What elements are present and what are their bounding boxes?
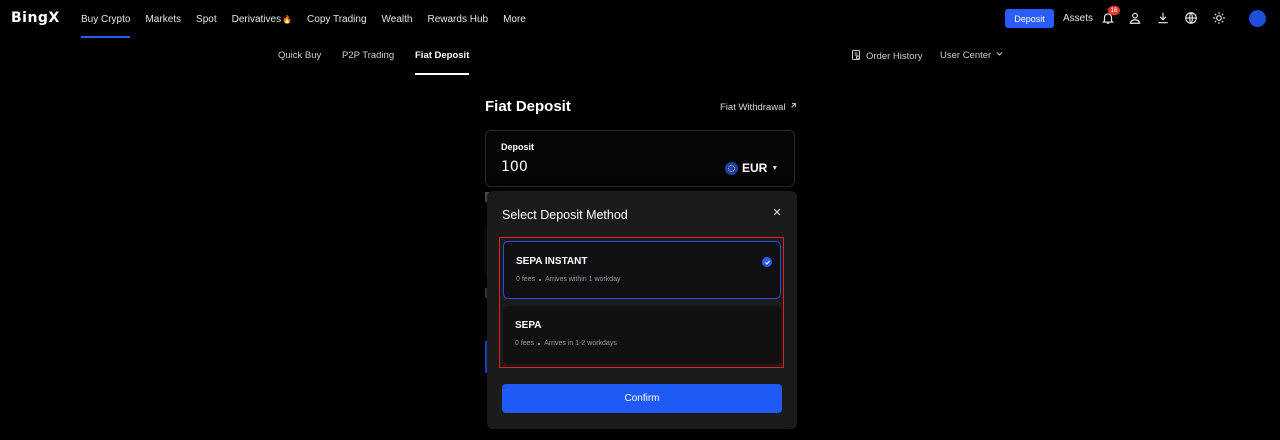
user-icon[interactable] (1127, 10, 1143, 26)
page-title: Fiat Deposit (485, 98, 571, 115)
nav-label: Buy Crypto (81, 13, 131, 25)
check-icon (762, 257, 772, 267)
method-arrival: Arrives in 1-2 workdays (544, 340, 617, 347)
nav-wealth[interactable]: Wealth (382, 0, 413, 38)
method-fees: 0 fees (515, 340, 535, 347)
nav-label: More (503, 13, 526, 25)
separator-dot (538, 342, 541, 345)
notification-badge: 16 (1108, 6, 1120, 15)
currency-selector[interactable]: EUR ▼ (725, 161, 778, 175)
nav-label: Copy Trading (307, 13, 367, 25)
fire-icon: 🔥 (282, 14, 293, 24)
nav-label: Markets (145, 13, 182, 25)
nav-label: Spot (196, 13, 217, 25)
nav-markets[interactable]: Markets (145, 0, 181, 38)
modal-title: Select Deposit Method (502, 208, 628, 222)
fiat-withdrawal-link[interactable]: Fiat Withdrawal (720, 101, 798, 113)
method-meta: 0 fees Arrives in 1-2 workdays (515, 340, 617, 347)
currency-label: EUR (742, 161, 768, 175)
download-icon[interactable] (1155, 10, 1171, 26)
chevron-down-icon (995, 49, 1004, 61)
assets-link[interactable]: Assets (1063, 13, 1093, 24)
method-fees: 0 fees (516, 276, 536, 283)
nav-more[interactable]: More (503, 0, 526, 38)
caret-down-icon: ▼ (771, 164, 779, 172)
bingx-logo[interactable]: BingX (11, 10, 60, 26)
method-name: SEPA (515, 320, 542, 331)
nav-copy-trading[interactable]: Copy Trading (307, 0, 366, 38)
tab-fiat-deposit[interactable]: Fiat Deposit (415, 50, 470, 75)
deposit-method-modal: Select Deposit Method SEPA INSTANT 0 fee… (487, 191, 797, 429)
logo-text: BingX (11, 10, 60, 26)
methods-highlight: SEPA INSTANT 0 fees Arrives within 1 wor… (499, 237, 784, 368)
order-history-label: Order History (866, 51, 923, 62)
nav-spot[interactable]: Spot (196, 0, 217, 38)
method-meta: 0 fees Arrives within 1 workday (516, 276, 621, 283)
top-navbar: BingX Buy Crypto Markets Spot Derivative… (0, 0, 1280, 38)
nav-label: Rewards Hub (427, 13, 489, 25)
user-center-label: User Center (940, 49, 992, 61)
method-name: SEPA INSTANT (516, 256, 588, 267)
deposit-amount-card: Deposit 100 EUR ▼ (485, 130, 795, 187)
confirm-button[interactable]: Confirm (502, 384, 782, 413)
eu-flag-icon (725, 161, 738, 175)
tab-p2p-trading[interactable]: P2P Trading (342, 50, 394, 75)
nav-derivatives[interactable]: Derivatives 🔥 (232, 0, 292, 38)
globe-icon[interactable] (1183, 10, 1199, 26)
method-sepa[interactable]: SEPA 0 fees Arrives in 1-2 workdays (503, 306, 781, 364)
sun-icon[interactable] (1211, 10, 1227, 26)
method-sepa-instant[interactable]: SEPA INSTANT 0 fees Arrives within 1 wor… (503, 241, 781, 299)
deposit-amount-input[interactable]: 100 (501, 159, 651, 175)
header-deposit-button[interactable]: Deposit (1005, 9, 1054, 28)
user-center-menu[interactable]: User Center (940, 49, 1004, 61)
method-arrival: Arrives within 1 workday (545, 276, 621, 283)
nav-rewards-hub[interactable]: Rewards Hub (427, 0, 488, 38)
nav-label: Derivatives (231, 13, 282, 25)
order-history-icon (850, 49, 862, 64)
avatar[interactable] (1249, 10, 1266, 27)
main-nav: Buy Crypto Markets Spot Derivatives 🔥 Cop… (81, 0, 541, 38)
deposit-label: Deposit (501, 142, 535, 152)
arrow-up-right-icon (789, 101, 798, 113)
separator-dot (539, 278, 542, 281)
close-icon[interactable] (771, 206, 783, 218)
nav-buy-crypto[interactable]: Buy Crypto (81, 0, 131, 38)
tab-quick-buy[interactable]: Quick Buy (278, 50, 321, 75)
order-history-link[interactable]: Order History (850, 49, 922, 64)
fiat-withdrawal-label: Fiat Withdrawal (720, 101, 786, 113)
nav-label: Wealth (381, 13, 413, 25)
